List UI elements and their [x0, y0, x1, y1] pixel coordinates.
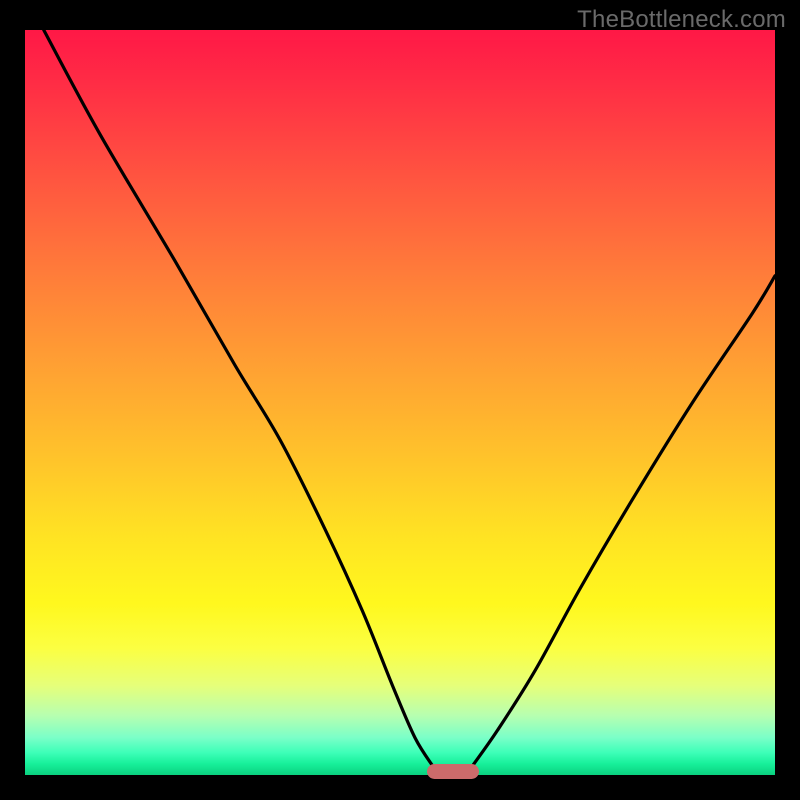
- bottleneck-marker: [427, 764, 479, 779]
- bottleneck-curve: [25, 30, 775, 775]
- plot-area: [25, 30, 775, 775]
- chart-frame: TheBottleneck.com: [0, 0, 800, 800]
- bottleneck-curve-path: [44, 30, 775, 768]
